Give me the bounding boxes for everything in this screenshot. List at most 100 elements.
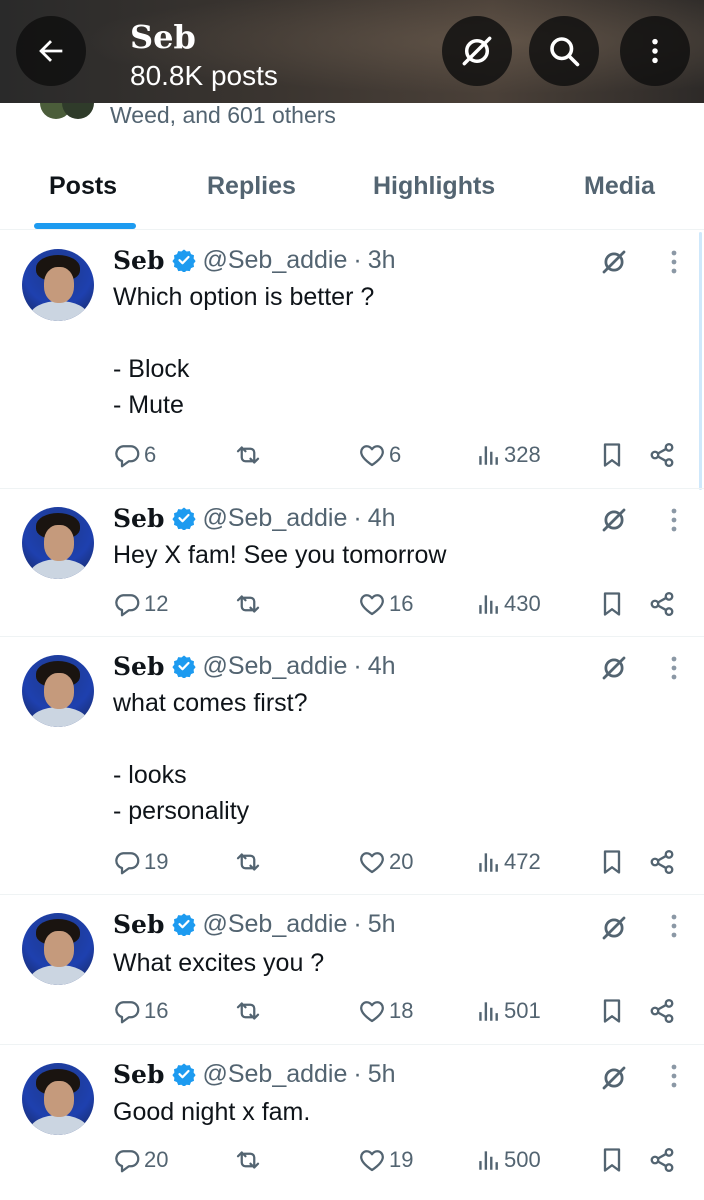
post-more-icon[interactable] (660, 1058, 688, 1094)
meta-separator: · (353, 245, 362, 274)
post-more-icon[interactable] (660, 502, 688, 538)
tab-replies[interactable]: Replies (207, 172, 296, 201)
grok-button[interactable] (442, 16, 512, 86)
search-button[interactable] (529, 16, 599, 86)
bookmark-icon (603, 850, 621, 874)
followed-by-row[interactable]: Weed, and 601 others (0, 103, 704, 133)
verified-badge-icon (172, 912, 197, 936)
author-handle[interactable]: @Seb_addie (202, 652, 347, 681)
grok-icon[interactable] (596, 1060, 632, 1096)
grok-icon[interactable] (596, 910, 632, 946)
like-button[interactable]: 18 (357, 991, 413, 1031)
view-count: 501 (504, 998, 541, 1023)
post[interactable]: Seb @Seb_addie · 5h What excites you ? 1… (0, 895, 704, 1045)
reply-button[interactable]: 6 (112, 435, 156, 475)
post-meta: Seb @Seb_addie · 5h (113, 1057, 396, 1091)
views-icon (479, 853, 498, 872)
post[interactable]: Seb @Seb_addie · 4h Hey X fam! See you t… (0, 489, 704, 637)
bookmark-button[interactable] (598, 1140, 626, 1180)
views-button[interactable]: 500 (476, 1140, 541, 1180)
views-button[interactable]: 430 (476, 584, 541, 624)
post-text: What excites you ? (113, 949, 325, 977)
avatar[interactable] (22, 1063, 94, 1135)
like-button[interactable]: 16 (357, 584, 413, 624)
avatar[interactable] (22, 249, 94, 321)
reply-button[interactable]: 12 (112, 584, 168, 624)
tab-media[interactable]: Media (584, 172, 655, 201)
repost-button[interactable] (232, 1140, 266, 1180)
grok-icon[interactable] (596, 502, 632, 538)
reply-icon (115, 1001, 140, 1024)
repost-button[interactable] (232, 991, 266, 1031)
post-actions: 16 18 501 (0, 991, 704, 1031)
post-text: Hey X fam! See you tomorrow (113, 541, 447, 569)
repost-icon (236, 595, 260, 613)
tab-posts[interactable]: Posts (49, 172, 117, 201)
author-name[interactable]: Seb (113, 652, 164, 681)
reply-count: 16 (144, 998, 169, 1023)
followed-by-text: Weed, and 601 others (110, 103, 336, 128)
author-handle[interactable]: @Seb_addie (202, 246, 347, 275)
grok-icon[interactable] (596, 650, 632, 686)
post-more-icon[interactable] (660, 908, 688, 944)
meta-separator: · (353, 651, 362, 680)
like-button[interactable]: 19 (357, 1140, 413, 1180)
author-name[interactable]: Seb (113, 246, 164, 275)
grok-icon[interactable] (596, 244, 632, 280)
like-button[interactable]: 6 (357, 435, 401, 475)
repost-icon (236, 1002, 260, 1020)
avatar[interactable] (22, 507, 94, 579)
bookmark-button[interactable] (598, 435, 626, 475)
reply-button[interactable]: 20 (112, 1140, 168, 1180)
like-button[interactable]: 20 (357, 842, 413, 882)
back-button[interactable] (16, 16, 86, 86)
avatar[interactable] (22, 913, 94, 985)
verified-badge-icon (172, 248, 197, 272)
views-button[interactable]: 328 (476, 435, 541, 475)
post[interactable]: Seb @Seb_addie · 3h Which option is bett… (0, 231, 704, 489)
post[interactable]: Seb @Seb_addie · 5h Good night x fam. 20… (0, 1045, 704, 1200)
author-name[interactable]: Seb (113, 504, 164, 533)
share-icon (650, 442, 674, 468)
reply-icon (115, 594, 140, 617)
post-time[interactable]: 4h (368, 504, 396, 533)
post-more-icon[interactable] (660, 650, 688, 686)
repost-button[interactable] (232, 435, 266, 475)
post[interactable]: Seb @Seb_addie · 4h what comes first? - … (0, 637, 704, 895)
view-count: 472 (504, 849, 541, 874)
repost-button[interactable] (232, 584, 266, 624)
post-time[interactable]: 4h (368, 652, 396, 681)
bookmark-button[interactable] (598, 584, 626, 624)
bookmark-button[interactable] (598, 842, 626, 882)
views-button[interactable]: 472 (476, 842, 541, 882)
reply-button[interactable]: 16 (112, 991, 168, 1031)
post-time[interactable]: 5h (368, 910, 396, 939)
meta-separator: · (353, 503, 362, 532)
reply-button[interactable]: 19 (112, 842, 168, 882)
post-more-icon[interactable] (660, 244, 688, 280)
avatar[interactable] (22, 655, 94, 727)
bookmark-icon (603, 999, 621, 1023)
like-count: 18 (389, 998, 414, 1023)
tab-highlights[interactable]: Highlights (373, 172, 495, 201)
author-name[interactable]: Seb (113, 910, 164, 939)
post-time[interactable]: 5h (368, 1060, 396, 1089)
more-button[interactable] (620, 16, 690, 86)
views-button[interactable]: 501 (476, 991, 541, 1031)
author-handle[interactable]: @Seb_addie (202, 1060, 347, 1089)
share-button[interactable] (648, 435, 676, 475)
heart-icon (360, 1150, 384, 1172)
bookmark-button[interactable] (598, 991, 626, 1031)
meta-separator: · (353, 909, 362, 938)
post-time[interactable]: 3h (368, 246, 396, 275)
share-button[interactable] (648, 1140, 676, 1180)
share-button[interactable] (648, 991, 676, 1031)
repost-button[interactable] (232, 842, 266, 882)
author-name[interactable]: Seb (113, 1060, 164, 1089)
share-button[interactable] (648, 584, 676, 624)
repost-icon (236, 1151, 260, 1169)
author-handle[interactable]: @Seb_addie (202, 504, 347, 533)
share-button[interactable] (648, 842, 676, 882)
author-handle[interactable]: @Seb_addie (202, 910, 347, 939)
verified-badge-icon (172, 506, 197, 530)
